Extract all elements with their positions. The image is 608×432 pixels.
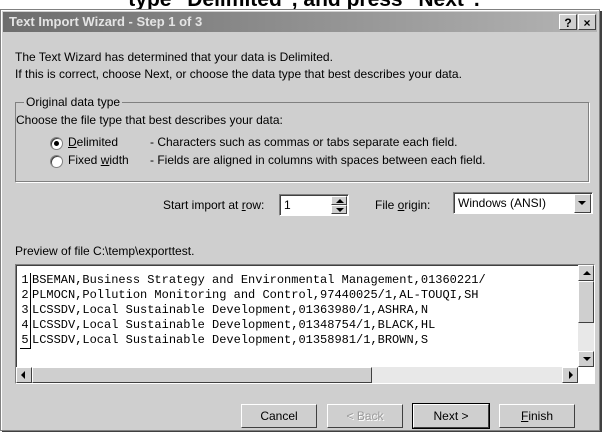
row-text: LCSSDV,Local Sustainable Development,013… [32, 303, 429, 317]
vertical-scroll-thumb[interactable] [578, 281, 594, 323]
preview-row: 2 PLMOCN,Pollution Monitoring and Control… [20, 288, 479, 304]
dropdown-button[interactable] [574, 194, 591, 213]
delimited-radio[interactable] [50, 137, 63, 150]
file-type-prompt: Choose the file type that best describes… [16, 113, 283, 127]
horizontal-scrollbar[interactable] [16, 367, 578, 383]
row-number: 3 [20, 303, 31, 319]
radio-selected-dot [54, 141, 59, 146]
spin-down-button[interactable] [331, 205, 347, 214]
preview-row: 1 BSEMAN,Business Strategy and Environmen… [20, 273, 486, 289]
row-text: LCSSDV,Local Sustainable Development,013… [32, 333, 429, 347]
row-number: 2 [20, 288, 31, 304]
row-text: BSEMAN,Business Strategy and Environment… [32, 273, 486, 287]
help-button[interactable]: ? [559, 14, 577, 30]
arrow-down-icon [336, 208, 344, 212]
file-origin-select[interactable]: Windows (ANSI) [453, 192, 593, 214]
fixed-width-description: - Fields are aligned in columns with spa… [150, 153, 486, 167]
group-label: Original data type [24, 95, 123, 109]
row-number: 5 [20, 333, 31, 349]
fixed-width-label[interactable]: Fixed width [68, 153, 129, 167]
scroll-left-button[interactable] [16, 367, 32, 383]
file-preview-box[interactable]: 1 BSEMAN,Business Strategy and Environmen… [15, 264, 595, 384]
row-number: 4 [20, 318, 31, 334]
cancel-button[interactable]: Cancel [241, 404, 317, 428]
arrow-left-icon [21, 371, 25, 379]
text-import-wizard-dialog: Text Import Wizard - Step 1 of 3 ? × The… [0, 9, 600, 431]
arrow-down-icon [583, 357, 591, 361]
back-button[interactable]: < Back [327, 404, 403, 428]
delimited-description: - Characters such as commas or tabs sepa… [150, 135, 458, 149]
arrow-right-icon [569, 371, 573, 379]
intro-line-2: If this is correct, choose Next, or choo… [15, 67, 462, 81]
arrow-up-icon [583, 271, 591, 275]
fixed-width-radio[interactable] [50, 155, 63, 168]
start-row-value: 1 [284, 198, 291, 212]
delimited-label-rest: elimited [76, 135, 119, 149]
row-number: 1 [20, 273, 31, 289]
vertical-scrollbar[interactable] [578, 265, 594, 367]
row-text: LCSSDV,Local Sustainable Development,013… [32, 318, 436, 332]
next-button[interactable]: Next > [412, 403, 490, 429]
scroll-down-button[interactable] [578, 351, 594, 367]
file-origin-label: File origin: [375, 198, 431, 212]
intro-line-1: The Text Wizard has determined that your… [15, 50, 333, 64]
start-row-label: Start import at row: [163, 198, 265, 212]
title-bar[interactable]: Text Import Wizard - Step 1 of 3 ? × [3, 12, 597, 32]
finish-button[interactable]: Finish [499, 404, 575, 428]
chevron-down-icon [578, 201, 586, 205]
delimited-label[interactable]: Delimited [68, 135, 118, 149]
close-button[interactable]: × [578, 14, 596, 30]
arrow-up-icon [336, 199, 344, 203]
preview-row: 4 LCSSDV,Local Sustainable Development,01… [20, 318, 436, 334]
row-text: PLMOCN,Pollution Monitoring and Control,… [32, 288, 479, 302]
scroll-up-button[interactable] [578, 265, 594, 281]
file-origin-value: Windows (ANSI) [458, 196, 547, 210]
dialog-title: Text Import Wizard - Step 1 of 3 [9, 14, 203, 29]
original-data-type-group: Original data type Choose the file type … [15, 95, 589, 182]
preview-label: Preview of file C:\temp\exporttest. [15, 244, 195, 258]
horizontal-scroll-thumb[interactable] [32, 367, 372, 383]
preview-row: 3 LCSSDV,Local Sustainable Development,01… [20, 303, 429, 319]
spin-up-button[interactable] [331, 196, 347, 205]
scroll-right-button[interactable] [562, 367, 578, 383]
start-row-spinner[interactable]: 1 [279, 194, 349, 216]
preview-row: 5 LCSSDV,Local Sustainable Development,01… [20, 333, 429, 349]
